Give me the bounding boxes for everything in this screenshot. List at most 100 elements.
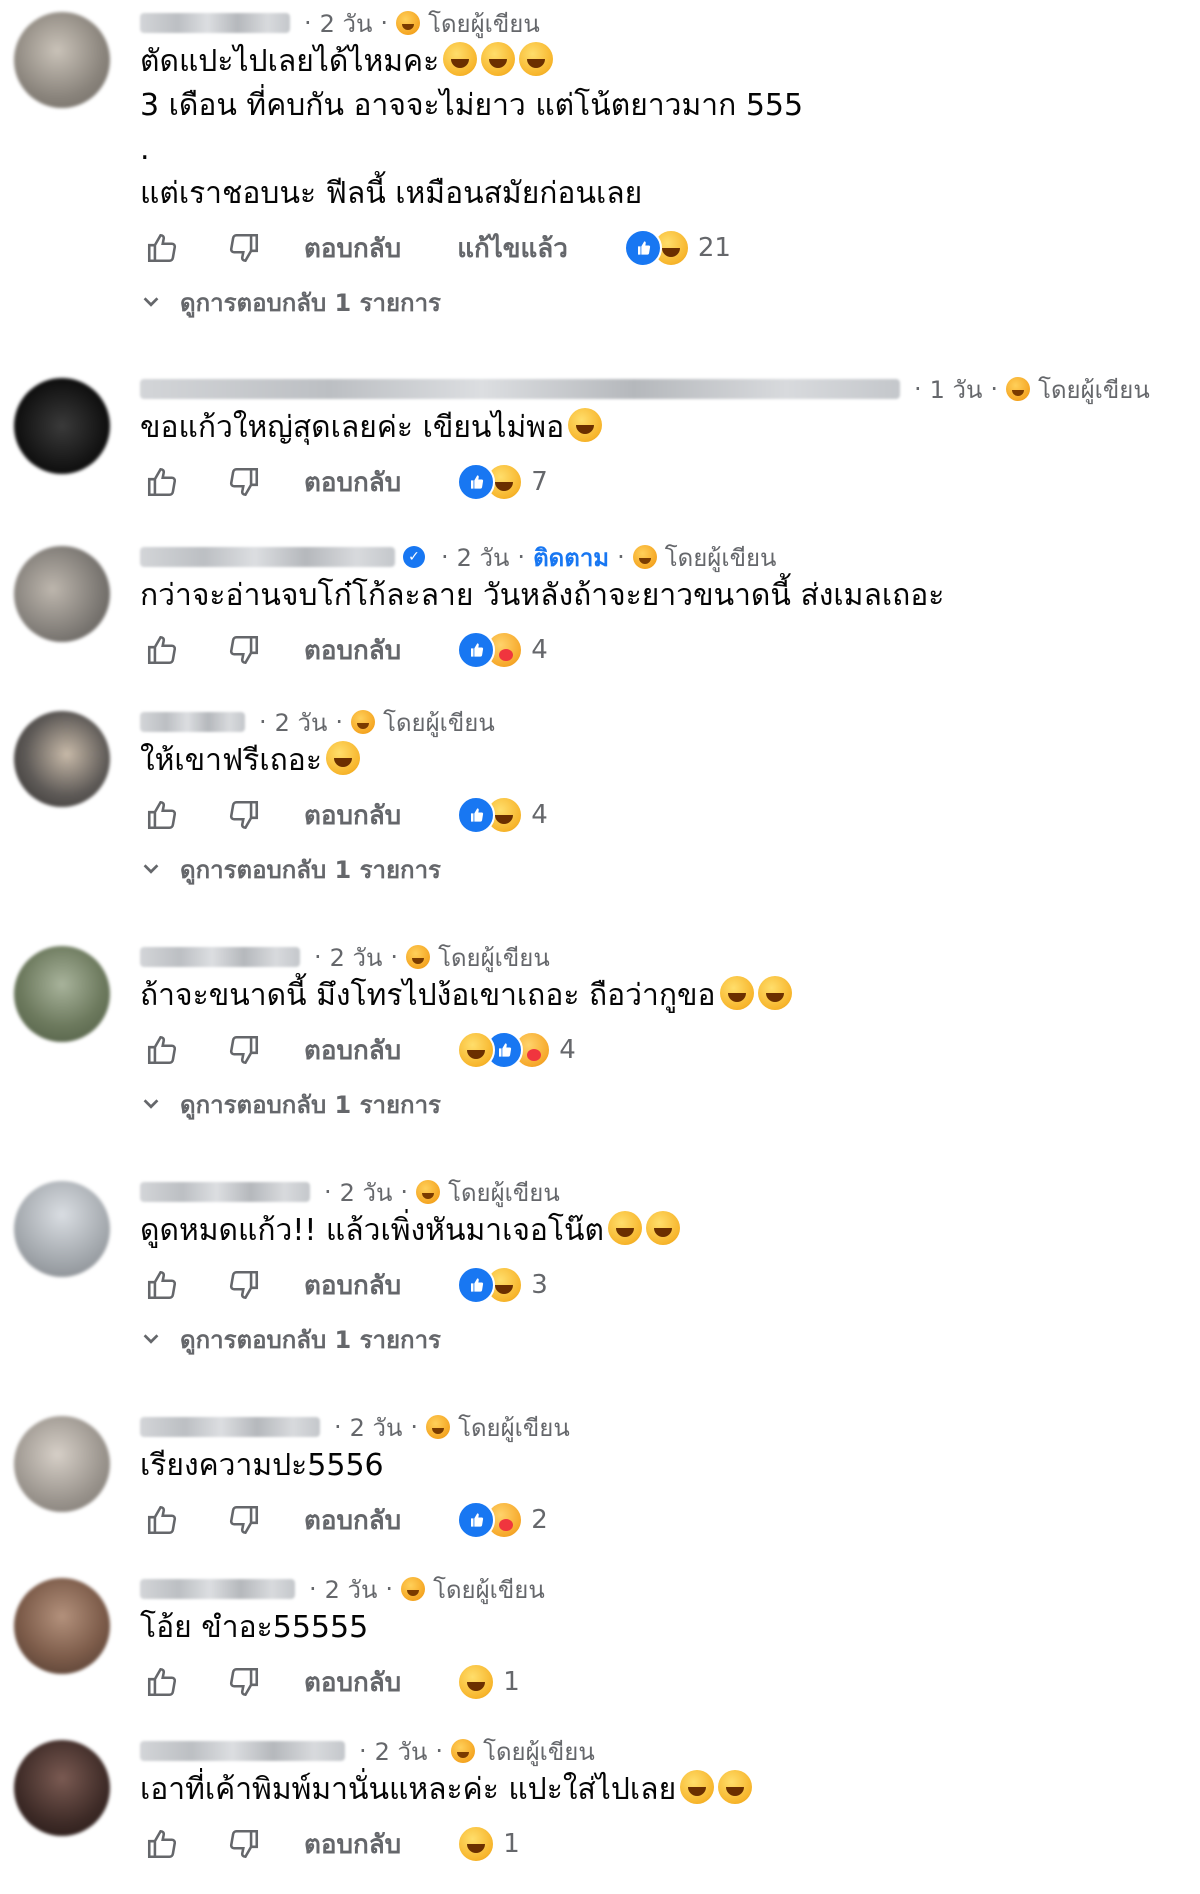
- dislike-button[interactable]: [222, 226, 266, 270]
- comment-time[interactable]: 2 วัน: [330, 938, 383, 977]
- view-replies-link[interactable]: ดูการตอบกลับ 1 รายการ: [140, 1317, 1190, 1361]
- like-button[interactable]: [140, 1263, 184, 1307]
- by-author-label: โดยผู้เขียน: [448, 1178, 560, 1207]
- reaction-summary[interactable]: 7: [457, 463, 548, 501]
- avatar[interactable]: [14, 546, 110, 642]
- comment-time[interactable]: 2 วัน: [457, 538, 510, 577]
- comment-time[interactable]: 2 วัน: [340, 1173, 393, 1212]
- like-button[interactable]: [140, 460, 184, 504]
- dislike-button[interactable]: [222, 628, 266, 672]
- grinning-emoji-icon: [519, 42, 554, 76]
- like-button[interactable]: [140, 793, 184, 837]
- reaction-summary[interactable]: 3: [457, 1266, 548, 1304]
- reply-button[interactable]: ตอบกลับ: [304, 1030, 401, 1071]
- reply-button[interactable]: ตอบกลับ: [304, 1662, 401, 1703]
- author-name[interactable]: [140, 13, 290, 33]
- avatar[interactable]: [14, 1740, 110, 1836]
- comment-time[interactable]: 2 วัน: [275, 703, 328, 742]
- author-reaction-icon: [351, 710, 376, 734]
- follow-button[interactable]: ติดตาม: [533, 538, 609, 577]
- author-reaction-icon: [396, 11, 421, 35]
- reaction-summary[interactable]: 4: [457, 631, 548, 669]
- like-button[interactable]: [140, 1822, 184, 1866]
- dislike-button[interactable]: [222, 1263, 266, 1307]
- reply-button[interactable]: ตอบกลับ: [304, 228, 401, 269]
- comment-time[interactable]: 1 วัน: [930, 370, 983, 409]
- reaction-count: 2: [531, 1505, 548, 1535]
- dislike-button[interactable]: [222, 1822, 266, 1866]
- like-button[interactable]: [140, 226, 184, 270]
- rolling-laughing-emoji-icon: [719, 976, 754, 1010]
- comment-text: กว่าจะอ่านจบโก๋โก้ละลาย วันหลังถ้าจะยาวข…: [140, 578, 945, 613]
- like-button[interactable]: [140, 1660, 184, 1704]
- reaction-count: 4: [531, 635, 548, 665]
- author-name[interactable]: [140, 547, 395, 567]
- reaction-count: 4: [531, 800, 548, 830]
- reaction-summary[interactable]: 1: [457, 1825, 520, 1863]
- reply-button[interactable]: ตอบกลับ: [304, 462, 401, 503]
- chevron-down-icon: [143, 1099, 159, 1109]
- comment-time[interactable]: 2 วัน: [375, 1732, 428, 1771]
- reply-button[interactable]: ตอบกลับ: [304, 1265, 401, 1306]
- reaction-summary[interactable]: 1: [457, 1663, 520, 1701]
- rolling-laughing-emoji-icon: [568, 408, 603, 442]
- reaction-summary[interactable]: 2: [457, 1501, 548, 1539]
- author-name[interactable]: [140, 379, 900, 399]
- reaction-count: 3: [531, 1270, 548, 1300]
- comment-meta: · 2 วัน · โดยผู้เขียน: [140, 1572, 1190, 1606]
- reaction-summary[interactable]: 4: [457, 1031, 576, 1069]
- view-replies-link[interactable]: ดูการตอบกลับ 1 รายการ: [140, 847, 1190, 891]
- avatar[interactable]: [14, 711, 110, 807]
- like-icon: [457, 1266, 496, 1304]
- dislike-button[interactable]: [222, 793, 266, 837]
- reaction-summary[interactable]: 4: [457, 796, 548, 834]
- reaction-count: 1: [503, 1829, 520, 1859]
- reply-button[interactable]: ตอบกลับ: [304, 1824, 401, 1865]
- avatar[interactable]: [14, 12, 110, 108]
- author-reaction-icon: [451, 1739, 476, 1763]
- avatar[interactable]: [14, 1578, 110, 1674]
- like-icon: [457, 796, 496, 834]
- like-button[interactable]: [140, 1028, 184, 1072]
- comment-time[interactable]: 2 วัน: [320, 4, 373, 43]
- author-name[interactable]: [140, 1417, 320, 1437]
- dislike-button[interactable]: [222, 1028, 266, 1072]
- author-name[interactable]: [140, 947, 300, 967]
- dislike-button[interactable]: [222, 1498, 266, 1542]
- rolling-laughing-emoji-icon: [646, 1211, 681, 1245]
- by-author-label: โดยผู้เขียน: [483, 1737, 595, 1766]
- like-button[interactable]: [140, 1498, 184, 1542]
- edited-label[interactable]: แก้ไขแล้ว: [457, 228, 568, 269]
- view-replies-link[interactable]: ดูการตอบกลับ 1 รายการ: [140, 1082, 1190, 1126]
- avatar[interactable]: [14, 1181, 110, 1277]
- comment-actions: ตอบกลับ 2: [140, 1488, 1190, 1552]
- reply-button[interactable]: ตอบกลับ: [304, 630, 401, 671]
- thumbs-down-icon: [229, 233, 259, 263]
- reply-button[interactable]: ตอบกลับ: [304, 795, 401, 836]
- chevron-down-icon: [143, 864, 159, 874]
- avatar[interactable]: [14, 378, 110, 474]
- by-author-label: โดยผู้เขียน: [1038, 375, 1150, 404]
- dislike-button[interactable]: [222, 1660, 266, 1704]
- dislike-button[interactable]: [222, 460, 266, 504]
- view-replies-link[interactable]: ดูการตอบกลับ 1 รายการ: [140, 280, 1190, 324]
- reaction-summary[interactable]: 21: [623, 229, 731, 267]
- author-name[interactable]: [140, 1741, 345, 1761]
- comment-meta: · 2 วัน · โดยผู้เขียน: [140, 6, 1190, 40]
- comment-meta: · 2 วัน · โดยผู้เขียน: [140, 940, 1190, 974]
- author-name[interactable]: [140, 1579, 295, 1599]
- by-author-label: โดยผู้เขียน: [664, 543, 777, 572]
- avatar[interactable]: [14, 1416, 110, 1512]
- comment-time[interactable]: 2 วัน: [325, 1570, 378, 1609]
- reply-button[interactable]: ตอบกลับ: [304, 1500, 401, 1541]
- avatar[interactable]: [14, 946, 110, 1042]
- comment-meta: ✓ · 2 วัน · ติดตาม · โดยผู้เขียน: [140, 540, 1190, 574]
- like-button[interactable]: [140, 628, 184, 672]
- comment-time[interactable]: 2 วัน: [350, 1408, 403, 1447]
- comment-meta: · 2 วัน · โดยผู้เขียน: [140, 1410, 1190, 1444]
- author-name[interactable]: [140, 712, 245, 732]
- thumbs-up-icon: [147, 1667, 177, 1697]
- comment-text: เรียงความปะ5556: [140, 1448, 384, 1483]
- author-name[interactable]: [140, 1182, 310, 1202]
- reaction-count: 7: [531, 467, 548, 497]
